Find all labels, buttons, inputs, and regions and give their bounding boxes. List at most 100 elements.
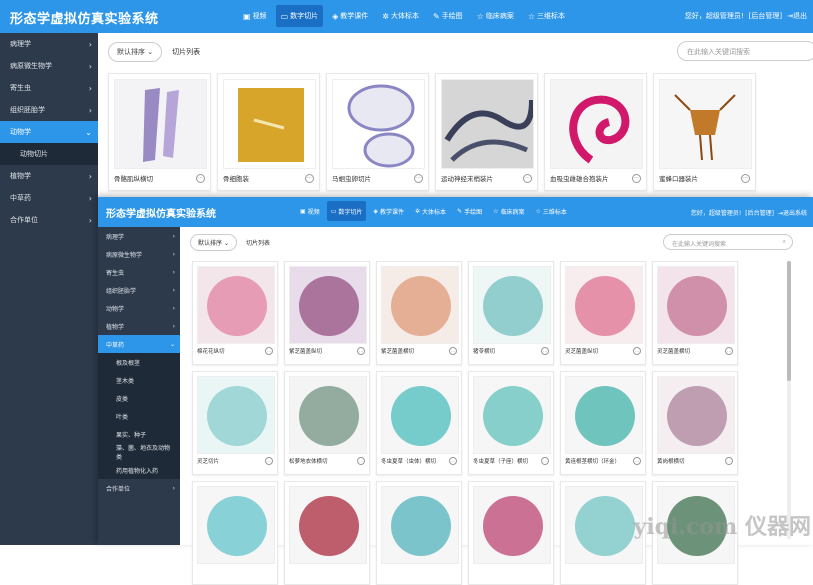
slide-card[interactable] — [376, 481, 462, 585]
sidebar-item-zoology[interactable]: 动物学 ⌄ — [0, 121, 98, 143]
more-icon[interactable]: ⋯ — [725, 457, 733, 465]
slide-card[interactable]: 冬虫夏草（子座）横切 ⋯ — [468, 371, 554, 475]
admin-link[interactable]: [后台管理] — [749, 11, 782, 21]
sidebar-item[interactable]: 皮类 — [98, 389, 180, 407]
slide-card[interactable]: 松萝地衣体横切 ⋯ — [284, 371, 370, 475]
slide-card[interactable] — [192, 481, 278, 585]
search-input[interactable]: 在此输入关键词搜索 — [677, 41, 813, 61]
sidebar-item[interactable]: 根及根茎 — [98, 353, 180, 371]
logout-link[interactable]: ⇥退出系统 — [778, 208, 807, 217]
slide-card[interactable]: 猪苓横切 ⋯ — [468, 261, 554, 365]
slide-card[interactable]: 运动神经末梢装片 ⋯ — [435, 73, 538, 191]
nav-3d[interactable]: ☆ 三维标本 — [523, 5, 570, 27]
slide-card[interactable] — [284, 481, 370, 585]
slide-card[interactable]: 紫芝菌盖横切 ⋯ — [376, 261, 462, 365]
scrollbar-thumb[interactable] — [787, 261, 791, 381]
search-input[interactable]: 在此输入关键词搜索 ⌕ — [663, 234, 793, 250]
case-icon: ☆ — [476, 11, 484, 21]
sidebar-item-botany[interactable]: 植物学 › — [0, 165, 98, 187]
sidebar-item[interactable]: 果实、种子 — [98, 425, 180, 443]
sidebar-item[interactable]: 动物学 › — [98, 299, 180, 317]
sidebar-item-pathology[interactable]: 病理学 › — [0, 33, 98, 55]
more-icon[interactable]: ⋯ — [305, 173, 314, 183]
sidebar-item[interactable]: 藻、菌、地衣及动物类 — [98, 443, 180, 461]
slide-icon: ▭ — [280, 11, 289, 21]
slide-card[interactable] — [468, 481, 554, 585]
sidebar-subitem-animal-slides[interactable]: 动物切片 — [0, 143, 98, 165]
slide-card[interactable]: 血吸虫雌雄合抱装片 ⋯ — [544, 73, 647, 191]
monitor-icon: ▣ — [243, 11, 251, 21]
more-icon[interactable]: ⋯ — [265, 457, 273, 465]
nav-course[interactable]: ◈ 教学课件 — [327, 5, 373, 27]
nav-drawing[interactable]: ✎ 手绘图 — [428, 5, 468, 27]
sidebar-item-partners[interactable]: 合作单位 › — [0, 209, 98, 231]
user-area: 您好，超级管理员! [后台管理] ⇥退出 — [685, 11, 807, 21]
sidebar-item[interactable]: 茎木类 — [98, 371, 180, 389]
sidebar-item[interactable]: 病理学 › — [98, 227, 180, 245]
more-icon[interactable]: ⋯ — [196, 173, 205, 183]
logout-link[interactable]: ⇥退出 — [787, 11, 807, 21]
nav-3d[interactable]: ☆ 三维标本 — [532, 201, 571, 221]
sidebar-item[interactable]: 药用植物化入药 — [98, 461, 180, 479]
more-icon[interactable]: ⋯ — [741, 173, 750, 183]
slide-card[interactable]: 黄岗根横切 ⋯ — [652, 371, 738, 475]
sidebar-item-histology[interactable]: 组织胚胎学 › — [0, 99, 98, 121]
sidebar-item[interactable]: 植物学 › — [98, 317, 180, 335]
slide-card[interactable]: 紫芝菌盖纵切 ⋯ — [284, 261, 370, 365]
nav-drawing[interactable]: ✎ 手绘图 — [453, 201, 486, 221]
slide-thumbnail — [473, 376, 551, 454]
nav-course[interactable]: ◈ 教学课件 — [369, 201, 408, 221]
nav-video[interactable]: ▣ 视频 — [296, 201, 324, 221]
nav-case[interactable]: ☆ 临床病案 — [489, 201, 528, 221]
more-icon[interactable]: ⋯ — [523, 173, 532, 183]
more-icon[interactable]: ⋯ — [449, 457, 457, 465]
admin-link[interactable]: [后台管理] — [745, 208, 774, 217]
sidebar-item-herbal[interactable]: 中草药 › — [0, 187, 98, 209]
sidebar-item[interactable]: 病原微生物学 › — [98, 245, 180, 263]
slide-card[interactable]: 灵芝切片 ⋯ — [192, 371, 278, 475]
nav-digital-slide[interactable]: ▭ 数字切片 — [275, 5, 324, 27]
nav-specimen[interactable]: ✲ 大体标本 — [377, 5, 424, 27]
slide-thumbnail — [223, 79, 316, 169]
more-icon[interactable]: ⋯ — [541, 347, 549, 355]
chevron-right-icon: › — [88, 39, 92, 49]
slide-card[interactable]: 骨细胞装 ⋯ — [217, 73, 320, 191]
chevron-right-icon: › — [88, 61, 92, 71]
sidebar-item[interactable]: 叶类 — [98, 407, 180, 425]
slide-card[interactable]: 灵芝菌盖纵切 ⋯ — [560, 261, 646, 365]
slide-thumbnail — [441, 79, 534, 169]
more-icon[interactable]: ⋯ — [414, 173, 423, 183]
sidebar-item[interactable]: 寄生虫 › — [98, 263, 180, 281]
slide-card[interactable]: 黄连根茎横切（环金） ⋯ — [560, 371, 646, 475]
slide-card[interactable]: 骨骼肌纵横切 ⋯ — [108, 73, 211, 191]
slide-card[interactable]: 棉花花纵切 ⋯ — [192, 261, 278, 365]
sidebar-item-parasite[interactable]: 寄生虫 › — [0, 77, 98, 99]
slide-card[interactable]: 灵芝菌盖横切 ⋯ — [652, 261, 738, 365]
scrollbar[interactable] — [787, 261, 791, 539]
sidebar-item[interactable]: 中草药 ⌄ — [98, 335, 180, 353]
more-icon[interactable]: ⋯ — [633, 457, 641, 465]
sort-select[interactable]: 默认排序 ⌄ — [190, 234, 237, 251]
sort-select[interactable]: 默认排序 ⌄ — [108, 42, 163, 62]
more-icon[interactable]: ⋯ — [632, 173, 641, 183]
nav-specimen[interactable]: ✲ 大体标本 — [411, 201, 450, 221]
nav-digital-slide[interactable]: ▭ 数字切片 — [326, 201, 367, 221]
more-icon[interactable]: ⋯ — [357, 457, 365, 465]
slide-thumbnail — [197, 486, 275, 564]
more-icon[interactable]: ⋯ — [541, 457, 549, 465]
slide-card[interactable]: 马蛔虫卵切片 ⋯ — [326, 73, 429, 191]
slide-card[interactable]: 蜜蜂口器装片 ⋯ — [653, 73, 756, 191]
more-icon[interactable]: ⋯ — [357, 347, 365, 355]
more-icon[interactable]: ⋯ — [265, 347, 273, 355]
chevron-right-icon: › — [172, 322, 175, 330]
sidebar-item[interactable]: 组织胚胎学 › — [98, 281, 180, 299]
sidebar-item[interactable]: 合作单位 › — [98, 479, 180, 497]
more-icon[interactable]: ⋯ — [725, 347, 733, 355]
nav-video[interactable]: ▣ 视频 — [238, 5, 272, 27]
specimen-icon: ✲ — [415, 207, 421, 215]
nav-case[interactable]: ☆ 临床病案 — [472, 5, 519, 27]
more-icon[interactable]: ⋯ — [633, 347, 641, 355]
more-icon[interactable]: ⋯ — [449, 347, 457, 355]
sidebar-item-microbiology[interactable]: 病原微生物学 › — [0, 55, 98, 77]
slide-card[interactable]: 冬虫夏草（虫体）横切 ⋯ — [376, 371, 462, 475]
